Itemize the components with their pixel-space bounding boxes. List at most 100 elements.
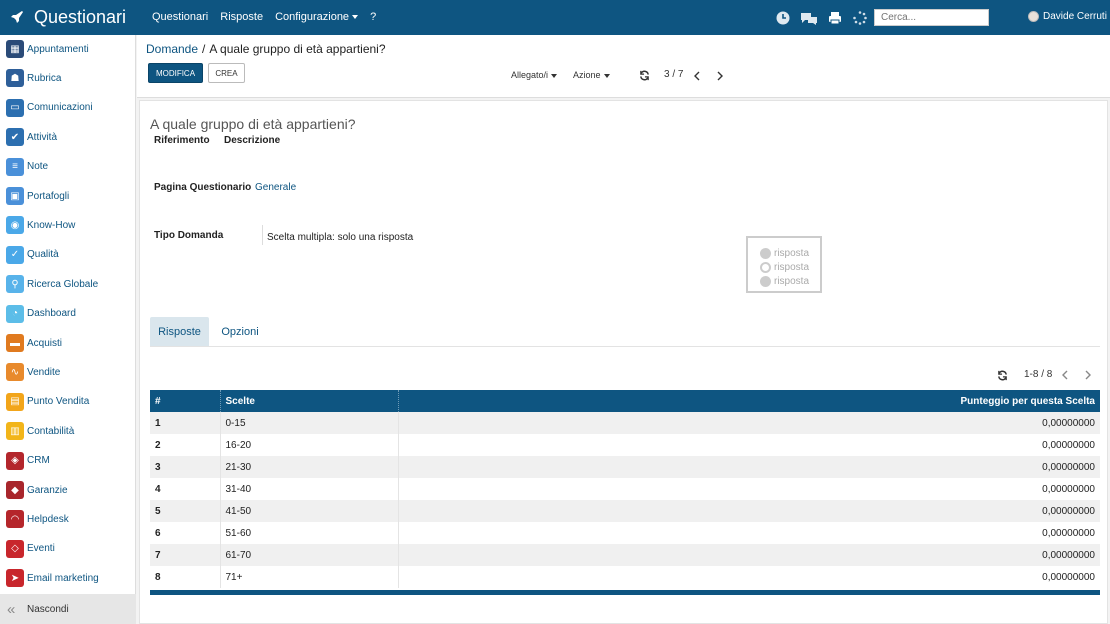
table-row[interactable]: 3 21-30 0,00000000 [150, 456, 1100, 478]
cell-number: 7 [150, 544, 221, 566]
sidebar-hide-button[interactable]: « Nascondi [0, 594, 136, 624]
sidebar-item-label: Note [27, 161, 49, 173]
table-footer-bar [150, 590, 1100, 595]
sidebar-item-contabilit-[interactable]: ▥ Contabilità [0, 418, 136, 444]
dashboard-icon: ◔ [6, 304, 24, 323]
sidebar-item-comunicazioni[interactable]: ▭ Comunicazioni [0, 95, 136, 121]
answers-table-body: 1 0-15 0,00000000 2 16-20 0,00000000 3 21-30 0,0… [150, 412, 1100, 588]
table-row[interactable]: 1 0-15 0,00000000 [150, 412, 1100, 434]
sidebar-item-ricerca-globale[interactable]: ⚲ Ricerca Globale [0, 271, 136, 297]
menu-configurazione-label: Configurazione [275, 11, 350, 23]
sidebar-item-rubrica[interactable]: ☗ Rubrica [0, 65, 136, 91]
preview-label: risposta [774, 262, 810, 273]
attachment-label: Allegato/i [511, 70, 549, 80]
preview-row: risposta [760, 276, 809, 287]
cell-choice: 0-15 [220, 412, 399, 434]
sidebar-item-label: Know-How [27, 219, 76, 231]
list-pager: 1-8 / 8 [1024, 369, 1053, 380]
cell-choice: 51-60 [220, 522, 399, 544]
sidebar-item-label: Portafogli [27, 190, 70, 202]
sidebar-item-label: CRM [27, 455, 50, 467]
refresh-icon[interactable] [997, 370, 1008, 381]
cell-choice: 71+ [220, 566, 399, 588]
table-row[interactable]: 7 61-70 0,00000000 [150, 544, 1100, 566]
shield-icon: ◆ [6, 481, 24, 499]
sidebar-item-portafogli[interactable]: ▣ Portafogli [0, 183, 136, 209]
chevron-right-icon[interactable] [716, 71, 724, 81]
sidebar-item-acquisti[interactable]: ▬ Acquisti [0, 330, 136, 356]
menu-configurazione[interactable]: Configurazione [275, 11, 359, 23]
menu-risposte[interactable]: Risposte [220, 11, 263, 23]
search-input[interactable] [874, 9, 989, 26]
attachment-dropdown[interactable]: Allegato/i [511, 70, 558, 80]
menu-questionari[interactable]: Questionari [152, 11, 208, 23]
sidebar-item-label: Dashboard [27, 308, 76, 320]
cell-choice: 21-30 [220, 456, 399, 478]
question-type-value: Scelta multipla: solo una risposta [267, 232, 414, 243]
main-menu: Questionari Risposte Configurazione ? [152, 11, 376, 23]
print-icon[interactable] [827, 10, 843, 26]
preview-label: risposta [774, 248, 810, 259]
sidebar: ➤ Email marketing ◇ Eventi ◠ Helpdesk ◆ Garanzi… [0, 35, 136, 624]
app-title[interactable]: Questionari [34, 7, 126, 28]
sidebar-item-dashboard[interactable]: ◔ Dashboard [0, 301, 136, 327]
tab-opzioni[interactable]: Opzioni [210, 317, 270, 346]
rocket-icon[interactable] [9, 9, 25, 25]
avatar [1028, 11, 1039, 22]
sidebar-item-label: Qualità [27, 249, 59, 261]
sidebar-item-eventi[interactable]: ◇ Eventi [0, 536, 136, 562]
sidebar-item-punto-vendita[interactable]: ▤ Punto Vendita [0, 389, 136, 415]
sidebar-item-attivit-[interactable]: ✔ Attività [0, 124, 136, 150]
sidebar-item-label: Appuntamenti [27, 43, 89, 55]
action-label: Azione [573, 70, 601, 80]
breadcrumb: Domande / A quale gruppo di età appartieni… [146, 42, 386, 56]
sidebar-item-vendite[interactable]: ∿ Vendite [0, 359, 136, 385]
column-header-number[interactable]: # [150, 390, 221, 412]
sidebar-item-garanzie[interactable]: ◆ Garanzie [0, 477, 136, 503]
sidebar-item-helpdesk[interactable]: ◠ Helpdesk [0, 506, 136, 532]
spinner-icon[interactable] [852, 10, 868, 26]
handshake-icon: ◈ [6, 451, 24, 470]
table-row[interactable]: 2 16-20 0,00000000 [150, 434, 1100, 456]
control-panel: Domande / A quale gruppo di età appartieni… [137, 35, 1110, 98]
clock-icon[interactable] [775, 10, 791, 26]
chevron-left-icon[interactable] [1061, 370, 1069, 380]
ledger-icon: ▥ [6, 422, 24, 441]
chevron-right-icon[interactable] [1084, 370, 1092, 380]
cell-number: 8 [150, 566, 221, 588]
user-menu[interactable]: Davide Cerruti [1028, 11, 1107, 22]
page-label: Pagina Questionario [154, 182, 252, 193]
chat-icon: ▭ [6, 98, 24, 117]
chevron-down-icon [603, 73, 610, 78]
edit-button[interactable]: MODIFICA [148, 63, 203, 83]
sidebar-item-crm[interactable]: ◈ CRM [0, 448, 136, 474]
chat-icon[interactable] [800, 10, 818, 26]
action-dropdown[interactable]: Azione [573, 70, 610, 80]
sidebar-item-appuntamenti[interactable]: ▦ Appuntamenti [0, 36, 136, 62]
table-row[interactable]: 6 51-60 0,00000000 [150, 522, 1100, 544]
cell-number: 2 [150, 434, 221, 456]
create-button[interactable]: CREA [208, 63, 245, 83]
page-link[interactable]: Generale [255, 182, 296, 193]
cell-number: 1 [150, 412, 221, 434]
table-row[interactable]: 4 31-40 0,00000000 [150, 478, 1100, 500]
tab-risposte[interactable]: Risposte [150, 317, 209, 346]
table-header-row: # Scelte Punteggio per questa Scelta [150, 390, 1100, 412]
column-header-choices[interactable]: Scelte [220, 390, 399, 412]
note-icon: ≡ [6, 157, 24, 176]
column-header-score[interactable]: Punteggio per questa Scelta [398, 390, 1100, 412]
sidebar-item-qualit-[interactable]: ✓ Qualità [0, 242, 136, 268]
sidebar-item-label: Punto Vendita [27, 396, 90, 408]
table-row[interactable]: 8 71+ 0,00000000 [150, 566, 1100, 588]
sidebar-item-note[interactable]: ≡ Note [0, 154, 136, 180]
refresh-icon[interactable] [639, 70, 650, 81]
lock-icon: ▣ [6, 187, 24, 205]
sidebar-item-email-marketing[interactable]: ➤ Email marketing [0, 565, 136, 591]
chevron-left-icon[interactable] [693, 71, 701, 81]
form-sheet: A quale gruppo di età appartieni? Riferi… [139, 100, 1108, 624]
headset-icon: ◠ [6, 510, 24, 529]
breadcrumb-parent[interactable]: Domande [146, 42, 198, 56]
sidebar-item-know-how[interactable]: ◉ Know-How [0, 212, 136, 238]
menu-help[interactable]: ? [370, 11, 376, 23]
table-row[interactable]: 5 41-50 0,00000000 [150, 500, 1100, 522]
